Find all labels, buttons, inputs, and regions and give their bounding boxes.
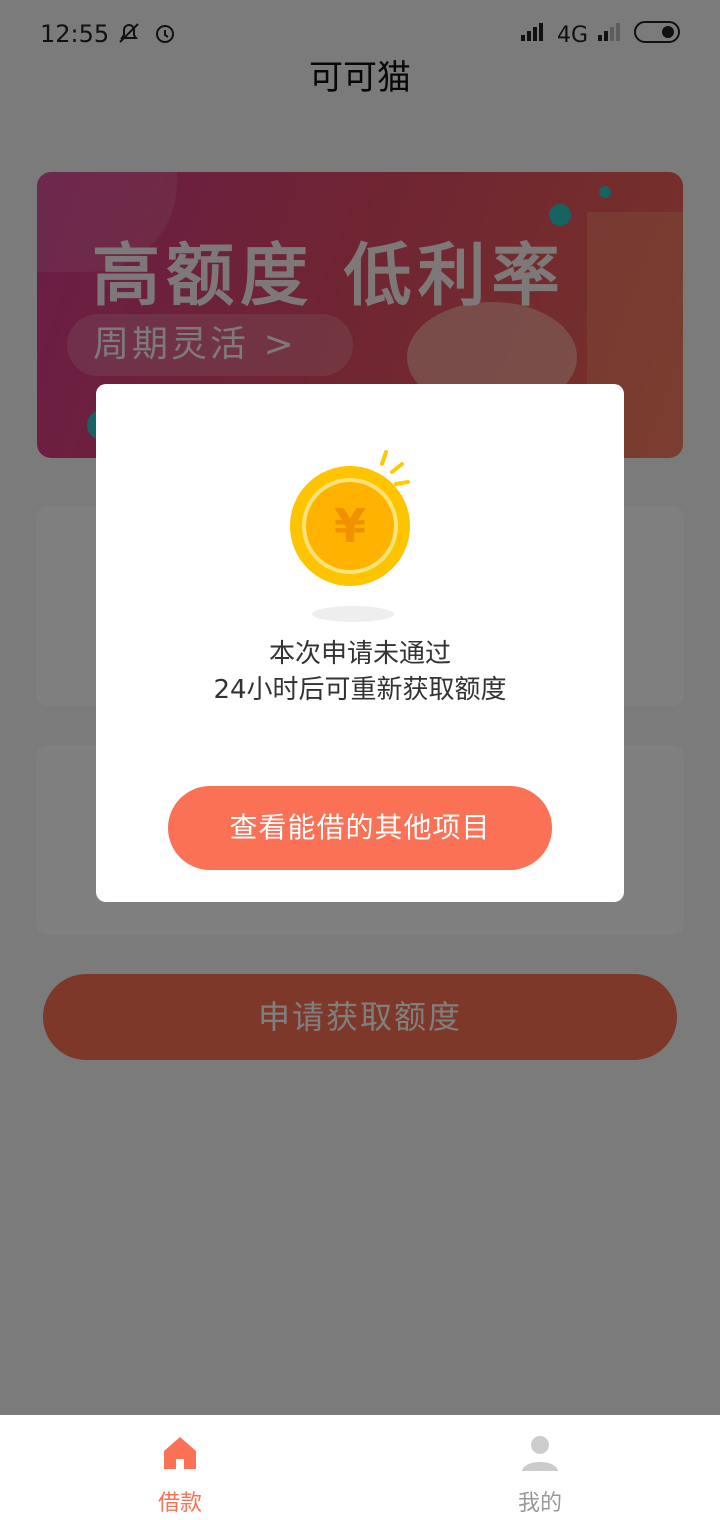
result-dialog: ¥ 本次申请未通过 24小时后可重新获取额度 查看能借的其他项目 (96, 384, 624, 902)
tab-bar: 借款 我的 (0, 1415, 720, 1520)
view-other-projects-button[interactable]: 查看能借的其他项目 (168, 786, 552, 870)
user-icon (520, 1433, 560, 1473)
coin-shadow (312, 606, 394, 622)
tab-label: 借款 (157, 1491, 202, 1516)
svg-text:¥: ¥ (334, 499, 366, 553)
dialog-message-line1: 本次申请未通过 (268, 639, 451, 669)
tab-mine[interactable]: 我的 (440, 1415, 640, 1520)
dialog-message-line2: 24小时后可重新获取额度 (213, 675, 507, 705)
tab-loan[interactable]: 借款 (80, 1415, 280, 1520)
coin-yen-icon: ¥ (286, 450, 426, 590)
dialog-message: 本次申请未通过 24小时后可重新获取额度 (96, 636, 624, 708)
home-icon (160, 1433, 200, 1473)
tab-label: 我的 (517, 1491, 562, 1516)
